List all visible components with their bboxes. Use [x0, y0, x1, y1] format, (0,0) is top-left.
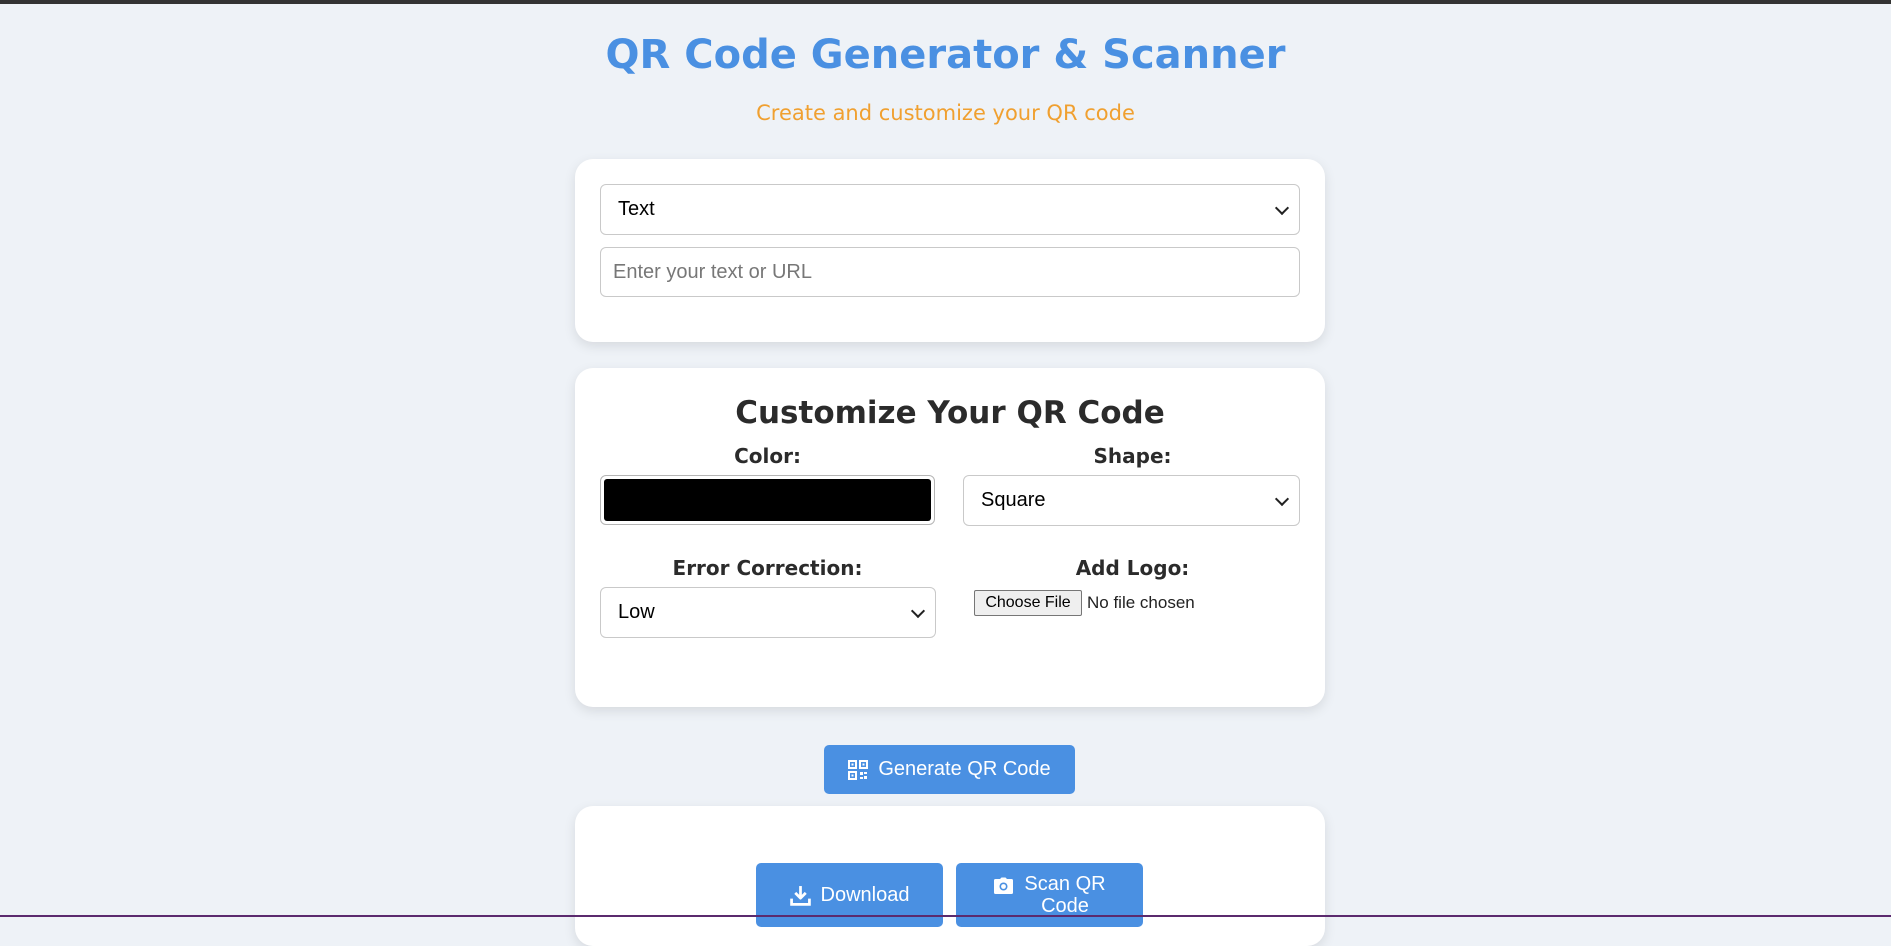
- file-status: No file chosen: [1087, 593, 1195, 612]
- page-subtitle: Create and customize your QR code: [756, 101, 1135, 125]
- chevron-down-icon: [1274, 491, 1290, 506]
- shape-select[interactable]: Square: [963, 475, 1300, 526]
- color-picker[interactable]: [600, 475, 935, 525]
- result-card: Download Scan QR Code: [575, 806, 1325, 946]
- content-type-selected: Text: [618, 198, 655, 220]
- customize-title: Customize Your QR Code: [735, 395, 1165, 431]
- download-icon: [789, 885, 811, 906]
- download-button[interactable]: Download: [756, 863, 943, 927]
- generate-button-label: Generate QR Code: [878, 758, 1051, 780]
- qrcode-icon: [848, 759, 869, 780]
- shape-label: Shape:: [1093, 444, 1172, 468]
- shape-selected: Square: [981, 489, 1046, 511]
- error-correction-select[interactable]: Low: [600, 587, 936, 638]
- color-preview: [604, 479, 931, 521]
- scan-label-line1: Scan QR: [1024, 873, 1106, 895]
- error-correction-label: Error Correction:: [672, 556, 863, 580]
- chevron-down-icon: [910, 603, 926, 618]
- scan-label-line2: Code: [1041, 895, 1089, 917]
- input-card: Text: [575, 159, 1325, 342]
- scan-button-label: Scan QR Code: [1024, 873, 1105, 917]
- chevron-down-icon: [1274, 200, 1290, 215]
- logo-label: Add Logo:: [1075, 556, 1190, 580]
- content-type-select[interactable]: Text: [600, 184, 1300, 235]
- color-label: Color:: [734, 444, 801, 468]
- generate-button[interactable]: Generate QR Code: [824, 745, 1075, 794]
- customize-card: Customize Your QR Code Color: Shape: Squ…: [575, 368, 1325, 707]
- scan-qr-button[interactable]: Scan QR Code: [956, 863, 1143, 927]
- page-title: QR Code Generator & Scanner: [605, 32, 1286, 78]
- content-input[interactable]: [600, 247, 1300, 297]
- camera-icon: [994, 877, 1014, 894]
- error-correction-selected: Low: [618, 601, 655, 623]
- download-button-label: Download: [820, 883, 910, 906]
- choose-file-button[interactable]: Choose File: [974, 590, 1082, 616]
- top-border: [0, 0, 1891, 4]
